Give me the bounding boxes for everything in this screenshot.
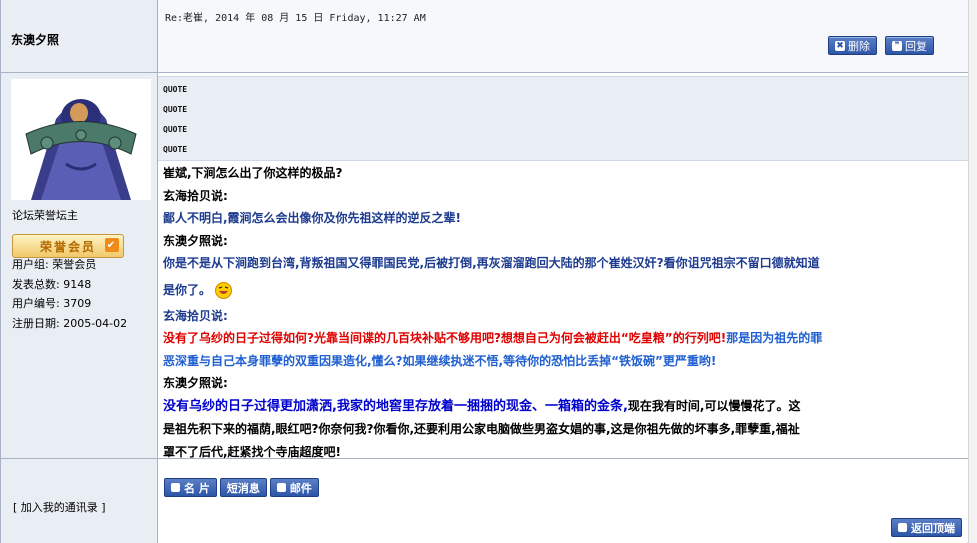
- speaker-label: 玄海拾贝说:: [163, 308, 228, 323]
- speaker-label: 玄海拾贝说:: [163, 188, 228, 203]
- text-line: 崔斌,下涧怎么出了你这样的极品?: [163, 166, 343, 180]
- user-id: 用户编号: 3709: [12, 297, 92, 311]
- row-divider: [1, 72, 970, 73]
- user-reg-date: 注册日期: 2005-04-02: [12, 316, 128, 330]
- user-actions: 名 片 短消息 邮件: [164, 478, 319, 497]
- delete-button[interactable]: ✖ 删除: [828, 36, 877, 55]
- text-line: 罩不了后代,赶紧找个寺庙超度吧!: [163, 444, 342, 459]
- quote-label: QUOTE: [163, 145, 188, 154]
- reply-button[interactable]: ❞ 回复: [885, 36, 934, 55]
- quote-icon: ❞: [892, 40, 902, 51]
- user-posts: 发表总数: 9148: [12, 277, 92, 291]
- short-message-button[interactable]: 短消息: [219, 478, 267, 497]
- text-line: 是你了。: [163, 275, 968, 305]
- quote-label: QUOTE: [163, 105, 188, 114]
- back-to-top: 返回顶端: [891, 518, 962, 537]
- author-panel: 东澳夕照 论坛荣誉坛主 用户组: 荣誉会员 发表总数: 9148 用户编号: 3…: [1, 0, 158, 543]
- text-line: 你是不是从下涧跑到台湾,背叛祖国又得罪国民党,后被打倒,再灰溜溜跑回大陆的那个崔…: [163, 256, 820, 270]
- avatar: [11, 79, 151, 200]
- add-contact-link[interactable]: [ 加入我的通讯录 ]: [13, 499, 106, 515]
- user-icon: [171, 483, 180, 492]
- post-meta: Re:老崔, 2014 年 08 月 15 日 Friday, 11:27 AM: [165, 13, 426, 24]
- user-info: 论坛荣誉坛主 用户组: 荣誉会员 发表总数: 9148 用户编号: 3709 注…: [12, 206, 127, 333]
- post-content-panel: Re:老崔, 2014 年 08 月 15 日 Friday, 11:27 AM…: [158, 0, 970, 543]
- arrow-up-icon: [898, 523, 907, 532]
- text-line: 鄙人不明白,霞涧怎么会出像你及你先祖这样的逆反之辈!: [163, 211, 462, 225]
- text-line: 没有乌纱的日子过得更加潇洒,我家的地窖里存放着一捆捆的现金、一箱箱的金条,现在我…: [163, 398, 801, 414]
- delete-icon: ✖: [835, 40, 845, 51]
- author-name: 东澳夕照: [11, 33, 60, 47]
- post-actions: ✖ 删除 ❞ 回复: [828, 36, 934, 55]
- post-body: 崔斌,下涧怎么出了你这样的极品? 玄海拾贝说: 鄙人不明白,霞涧怎么会出像你及你…: [163, 162, 968, 463]
- quote-label: QUOTE: [163, 85, 188, 94]
- back-to-top-button[interactable]: 返回顶端: [891, 518, 962, 537]
- quote-label: QUOTE: [163, 125, 188, 134]
- profile-card-button[interactable]: 名 片: [164, 478, 217, 497]
- forum-post: 东澳夕照 论坛荣誉坛主 用户组: 荣誉会员 发表总数: 9148 用户编号: 3…: [0, 0, 977, 543]
- speaker-label: 东澳夕照说:: [163, 376, 228, 390]
- speaker-label: 东澳夕照说:: [163, 233, 228, 248]
- laughing-smiley-icon: [215, 281, 233, 299]
- text-line: 恶深重与自己本身罪孽的双重因果造化,懂么?如果继续执迷不悟,等待你的恐怕比丢掉“…: [163, 353, 717, 368]
- post-header: Re:老崔, 2014 年 08 月 15 日 Friday, 11:27 AM…: [158, 0, 970, 72]
- quote-block: QUOTE QUOTE QUOTE QUOTE: [158, 76, 970, 161]
- honor-member-badge: 荣誉会员 ✔: [12, 234, 124, 258]
- text-line: 没有了乌纱的日子过得如何?光靠当间谍的几百块补贴不够用吧?想想自己为何会被赶出“…: [163, 331, 823, 345]
- mail-button[interactable]: 邮件: [269, 478, 319, 497]
- row-divider: [1, 458, 970, 459]
- text-line: 是祖先积下来的福荫,眼红吧?你奈何我?你看你,还要利用公家电脑做些男盗女娼的事,…: [163, 422, 800, 436]
- user-group: 用户组: 荣誉会员: [12, 258, 97, 272]
- envelope-icon: [276, 483, 286, 492]
- vertical-scrollbar[interactable]: [968, 0, 977, 543]
- user-title: 论坛荣誉坛主: [12, 209, 78, 222]
- check-icon: ✔: [105, 238, 119, 252]
